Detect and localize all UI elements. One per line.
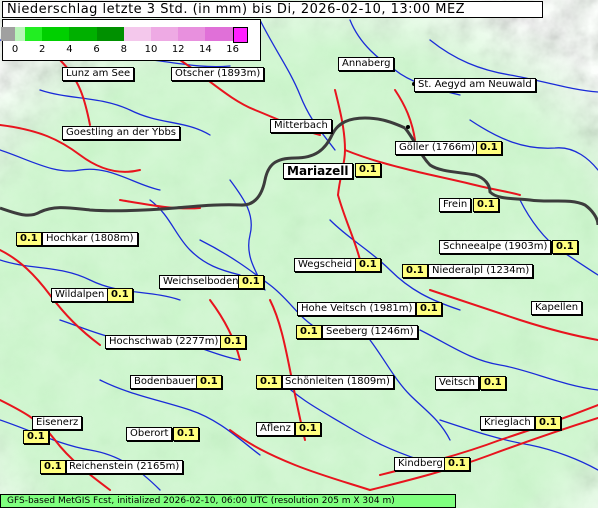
place-label-kindberg: Kindberg	[394, 457, 447, 471]
precip-value-krieglach: 0.1	[535, 416, 561, 430]
place-label-krieglach: Krieglach	[480, 416, 535, 430]
legend-tick-label: 16	[226, 44, 239, 55]
legend-swatch	[96, 27, 124, 41]
precip-value-aflenz: 0.1	[295, 422, 321, 436]
precip-value-reichenstein: 0.1	[40, 460, 66, 474]
legend-swatch	[24, 27, 43, 41]
precip-value-goeller: 0.1	[476, 141, 502, 155]
legend-swatch	[151, 27, 179, 41]
place-label-mitterbach: Mitterbach	[270, 119, 332, 133]
place-label-mariazell: Mariazell	[283, 163, 353, 179]
place-label-hochschwab: Hochschwab (2277m)	[105, 335, 223, 349]
precip-value-oberort: 0.1	[173, 427, 199, 441]
legend-swatch	[42, 27, 70, 41]
legend-swatch	[205, 27, 233, 41]
legend-tick-label: 6	[93, 44, 100, 55]
place-label-weichselboden: Weichselboden	[159, 275, 243, 289]
place-label-goestling: Goestling an der Ybbs	[62, 126, 181, 140]
place-label-schneealpe: Schneealpe (1903m)	[439, 240, 552, 254]
place-label-aflenz: Aflenz	[256, 422, 295, 436]
place-label-st-aegyd: St. Aegyd am Neuwald	[414, 78, 536, 92]
map-title: Niederschlag letzte 3 Std. (in mm) bis D…	[2, 1, 543, 18]
legend-swatch	[15, 27, 25, 41]
precip-value-wildalpen: 0.1	[107, 288, 133, 302]
place-label-veitsch: Veitsch	[435, 376, 479, 390]
place-label-lunz: Lunz am See	[62, 67, 135, 81]
precipitation-map: Niederschlag letzte 3 Std. (in mm) bis D…	[0, 0, 598, 508]
legend-swatch	[123, 27, 151, 41]
legend-tick-label: 2	[39, 44, 46, 55]
place-label-oberort: Oberort	[126, 427, 173, 441]
place-label-bodenbauer: Bodenbauer	[130, 375, 199, 389]
legend-tick-label: 10	[144, 44, 158, 55]
precip-value-hohe-veitsch: 0.1	[416, 302, 442, 316]
legend-tick-label: 8	[120, 44, 127, 55]
place-label-niederalpl: Niederalpl (1234m)	[428, 264, 534, 278]
place-label-hohe-veitsch: Hohe Veitsch (1981m)	[297, 302, 417, 316]
place-label-goeller: Göller (1766m)	[395, 141, 479, 155]
place-label-annaberg: Annaberg	[338, 57, 395, 71]
place-label-hochkar: Hochkar (1808m)	[42, 232, 138, 246]
legend-tick-label: 12	[171, 44, 185, 55]
legend-swatch	[178, 27, 206, 41]
place-label-reichenstein: Reichenstein (2165m)	[65, 460, 184, 474]
precipitation-legend: 0 2 4 6 8 10 12 14 16	[1, 19, 261, 61]
legend-tick-label: 4	[66, 44, 73, 55]
precip-value-schneealpe: 0.1	[552, 240, 578, 254]
legend-swatch	[232, 27, 249, 43]
precip-value-seeberg: 0.1	[296, 325, 322, 339]
forecast-footer: GFS-based MetGIS Fcst, initialized 2026-…	[0, 494, 456, 508]
place-label-wegscheid: Wegscheid	[294, 258, 357, 272]
precip-value-mariazell: 0.1	[355, 163, 381, 177]
place-label-schoenleiten: Schönleiten (1809m)	[281, 375, 394, 389]
precip-value-veitsch: 0.1	[480, 376, 506, 390]
place-label-eisenerz: Eisenerz	[32, 416, 83, 430]
precip-value-wegscheid: 0.1	[355, 258, 381, 272]
legend-swatch	[69, 27, 97, 41]
legend-tick-label: 14	[199, 44, 212, 55]
precip-value-weichselboden: 0.1	[238, 275, 264, 289]
precip-value-frein: 0.1	[473, 198, 499, 212]
precip-value-eisenerz: 0.1	[23, 430, 49, 444]
place-label-kapellen: Kapellen	[531, 301, 583, 315]
precip-value-kindberg: 0.1	[444, 457, 470, 471]
place-label-oetscher: Ötscher (1893m)	[171, 67, 265, 81]
precip-value-schoenleiten: 0.1	[256, 375, 282, 389]
precip-value-bodenbauer: 0.1	[196, 375, 222, 389]
place-label-wildalpen: Wildalpen	[51, 288, 109, 302]
precip-value-niederalpl: 0.1	[402, 264, 428, 278]
precip-value-hochkar: 0.1	[16, 232, 42, 246]
precip-value-hochschwab: 0.1	[220, 335, 246, 349]
place-label-seeberg: Seeberg (1246m)	[322, 325, 418, 339]
legend-swatch	[1, 27, 15, 41]
place-label-frein: Frein	[439, 198, 472, 212]
legend-tick-label: 0	[11, 44, 19, 55]
